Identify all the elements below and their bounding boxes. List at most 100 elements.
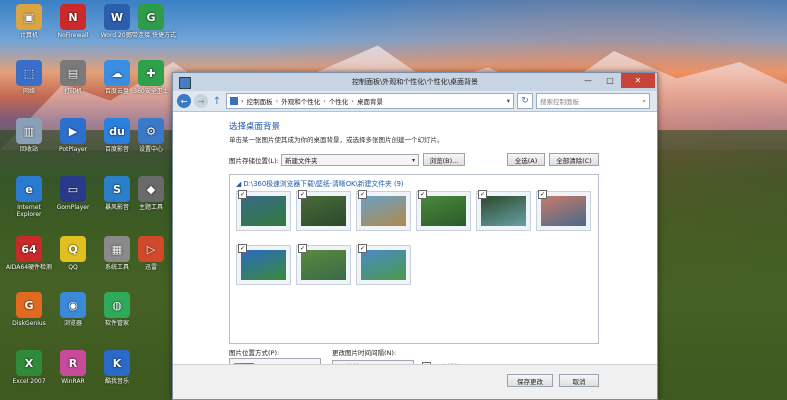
app-icon: ◉ — [60, 292, 86, 318]
desktop-icon-label: 主题工具 — [138, 204, 163, 211]
desktop-icon[interactable]: Q QQ — [48, 236, 98, 271]
search-input[interactable]: 搜索控制面板 ⌕ — [536, 93, 650, 109]
location-value: 新建文件夹 — [285, 157, 318, 165]
thumbnail-image — [421, 196, 466, 226]
app-icon: G — [138, 4, 164, 30]
desktop-icon[interactable]: ▶ PotPlayer — [48, 118, 98, 153]
desktop-icon[interactable]: ▷ 迅雷 — [126, 236, 176, 271]
desktop-icon-label: 网络 — [22, 88, 35, 95]
folder-path: D:\360极速浏览器下载\壁纸-清晰OK\新建文件夹 (9) — [243, 180, 404, 188]
thumbnail-checkbox[interactable]: ✓ — [358, 190, 367, 199]
desktop-icon[interactable]: 64 AIDA64硬件检测 — [4, 236, 54, 271]
thumbnail-checkbox[interactable]: ✓ — [418, 190, 427, 199]
thumbnail-checkbox[interactable]: ✓ — [238, 190, 247, 199]
browse-button[interactable]: 浏览(B)... — [423, 153, 465, 166]
desktop-icon[interactable]: K 酷我音乐 — [92, 350, 142, 385]
desktop-icon[interactable]: X Excel 2007 — [4, 350, 54, 385]
address-bar[interactable]: › 控制面板 › 外观和个性化 › 个性化 › 桌面背景 ▾ — [226, 93, 514, 109]
desktop-icon-label: GomPlayer — [56, 204, 90, 211]
content-area: 选择桌面背景 单击某一张图片使其成为你的桌面背景，或选择多张图片创建一个幻灯片。… — [173, 112, 657, 399]
minimize-button[interactable]: — — [577, 73, 599, 88]
app-icon: e — [16, 176, 42, 202]
close-button[interactable]: ✕ — [621, 73, 655, 88]
app-icon: N — [60, 4, 86, 30]
thumbnail-checkbox[interactable]: ✓ — [238, 244, 247, 253]
thumbnail-image — [241, 196, 286, 226]
wallpaper-thumbnail[interactable]: ✓ — [296, 190, 351, 231]
wallpaper-thumbnail[interactable]: ✓ — [476, 190, 531, 231]
desktop-icon[interactable]: G DiskGenius — [4, 292, 54, 327]
clear-all-button[interactable]: 全部清除(C) — [549, 153, 599, 166]
interval-label: 更改图片时间间隔(N): — [332, 349, 397, 357]
desktop-icon-label: PotPlayer — [58, 146, 88, 153]
thumbnail-checkbox[interactable]: ✓ — [538, 190, 547, 199]
wallpaper-thumbnail[interactable]: ✓ — [356, 244, 411, 285]
desktop-icon[interactable]: N NoFirewall — [48, 4, 98, 39]
save-button[interactable]: 保存更改 — [507, 374, 553, 387]
location-label: 图片存储位置(L): — [229, 157, 279, 165]
wallpaper-thumbnail[interactable]: ✓ — [236, 244, 291, 285]
refresh-button[interactable]: ↻ — [517, 93, 533, 109]
app-icon: R — [60, 350, 86, 376]
desktop-icon-label: 酷我音乐 — [104, 378, 129, 385]
breadcrumb-sep: › — [241, 97, 244, 105]
bottom-bar: 保存更改 取消 — [173, 364, 657, 399]
desktop-icon-label: 计算机 — [19, 32, 38, 39]
thumbnail-checkbox[interactable]: ✓ — [298, 190, 307, 199]
breadcrumb-appearance[interactable]: 外观和个性化 — [281, 96, 320, 106]
breadcrumb-sep: › — [351, 97, 354, 105]
forward-button[interactable]: → — [194, 94, 208, 108]
back-button[interactable]: ← — [177, 94, 191, 108]
desktop-icon[interactable]: ▤ 打印机 — [48, 60, 98, 95]
breadcrumb-control-panel[interactable]: 控制面板 — [247, 96, 273, 106]
wallpaper-thumbnail[interactable]: ✓ — [296, 244, 351, 285]
wallpaper-thumbnail[interactable]: ✓ — [416, 190, 471, 231]
position-label: 图片位置方式(P): — [229, 349, 280, 357]
thumbnail-checkbox[interactable]: ✓ — [298, 244, 307, 253]
search-icon[interactable]: ⌕ — [642, 97, 646, 106]
desktop-icon[interactable]: ✚ 360安全卫士 — [126, 60, 176, 95]
thumbnail-image — [481, 196, 526, 226]
desktop-icon[interactable]: ▣ 计算机 — [4, 4, 54, 39]
desktop-icon-label: 打印机 — [63, 88, 82, 95]
breadcrumb-personalization[interactable]: 个性化 — [329, 96, 349, 106]
desktop-icon-label: QQ — [68, 264, 78, 271]
wallpaper-thumbnail[interactable]: ✓ — [536, 190, 591, 231]
desktop-icon-label: NoFirewall — [57, 32, 89, 39]
desktop-icon[interactable]: G 宽带连接 快捷方式 — [126, 4, 176, 39]
app-icon: 64 — [16, 236, 42, 262]
breadcrumb-desktop-background[interactable]: 桌面背景 — [357, 96, 383, 106]
desktop-icon[interactable]: ▭ GomPlayer — [48, 176, 98, 211]
collapse-icon[interactable]: ◢ — [236, 180, 241, 188]
desktop-icon-label: 迅雷 — [144, 264, 157, 271]
folder-header[interactable]: ◢ D:\360极速浏览器下载\壁纸-清晰OK\新建文件夹 (9) — [236, 178, 404, 188]
search-placeholder: 搜索控制面板 — [540, 98, 579, 106]
desktop-icon[interactable]: ▥ 回收站 — [4, 118, 54, 153]
desktop-icon[interactable]: R WinRAR — [48, 350, 98, 385]
page-description: 单击某一张图片使其成为你的桌面背景，或选择多张图片创建一个幻灯片。 — [229, 136, 444, 144]
picture-gallery: ◢ D:\360极速浏览器下载\壁纸-清晰OK\新建文件夹 (9) ✓ ✓ ✓ ✓ ✓ ✓… — [229, 174, 599, 344]
desktop-icon[interactable]: ⬚ 网络 — [4, 60, 54, 95]
maximize-button[interactable]: □ — [599, 73, 621, 88]
desktop-icon[interactable]: e Internet Explorer — [4, 176, 54, 218]
thumbnail-checkbox[interactable]: ✓ — [478, 190, 487, 199]
wallpaper-thumbnail[interactable]: ✓ — [356, 190, 411, 231]
desktop-icon[interactable]: ⚙ 设置中心 — [126, 118, 176, 153]
thumbnail-image — [361, 250, 406, 280]
cancel-button[interactable]: 取消 — [559, 374, 599, 387]
wallpaper-thumbnail[interactable]: ✓ — [236, 190, 291, 231]
thumbnail-checkbox[interactable]: ✓ — [358, 244, 367, 253]
desktop-icon[interactable]: ◉ 浏览器 — [48, 292, 98, 327]
desktop-icon-label: 浏览器 — [63, 320, 82, 327]
app-icon: ◆ — [138, 176, 164, 202]
app-icon: G — [16, 292, 42, 318]
desktop-icon[interactable]: ◍ 软件管家 — [92, 292, 142, 327]
app-icon: Q — [60, 236, 86, 262]
thumbnail-image — [241, 250, 286, 280]
location-select[interactable]: 新建文件夹 ▾ — [281, 154, 419, 166]
up-button[interactable]: ↑ — [211, 94, 223, 108]
select-all-button[interactable]: 全选(A) — [507, 153, 545, 166]
desktop-icon[interactable]: ◆ 主题工具 — [126, 176, 176, 211]
address-dropdown-icon[interactable]: ▾ — [507, 97, 510, 105]
desktop-icon-label: 360安全卫士 — [133, 88, 169, 95]
